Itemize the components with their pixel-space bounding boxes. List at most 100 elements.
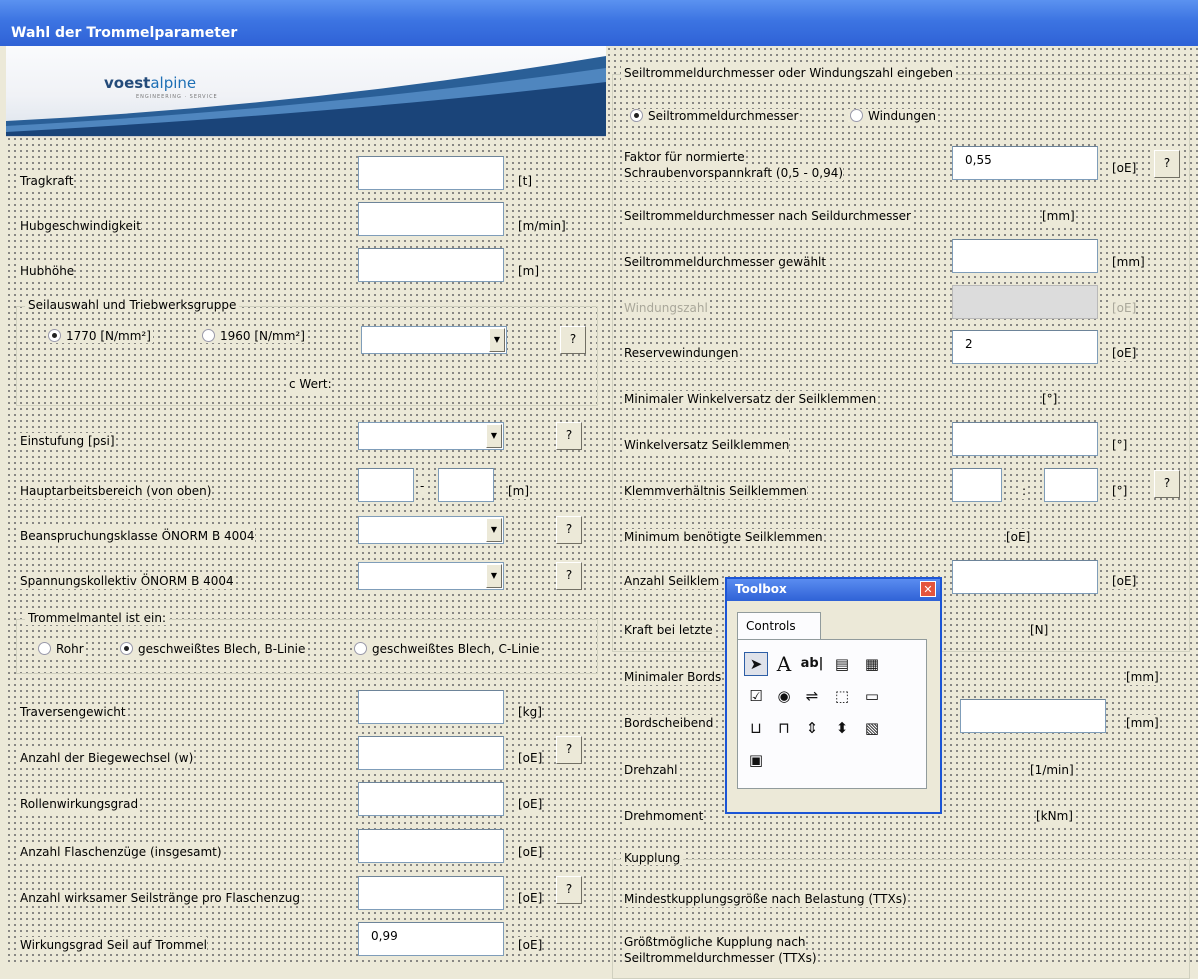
seilauswahl-combobox[interactable]: ▼ [361, 326, 507, 354]
frame-icon[interactable]: ⬚ [830, 684, 854, 708]
textbox-icon[interactable]: ab| [800, 652, 824, 676]
bordscheibe-input[interactable] [960, 699, 1106, 733]
rollenwirkungsgrad-input[interactable] [358, 782, 504, 816]
checkbox-icon[interactable]: ☑ [744, 684, 768, 708]
listbox-icon[interactable]: ▦ [860, 652, 884, 676]
std-gewaehlt-unit: [mm] [1112, 254, 1145, 270]
windungszahl-label: Windungszahl [624, 300, 708, 316]
min-seilklemmen-unit: [oE] [1006, 529, 1031, 545]
wirkungsgrad-label: Wirkungsgrad Seil auf Trommel [20, 937, 208, 953]
seilstraenge-help-button[interactable]: ? [556, 876, 582, 904]
reservewindungen-label: Reservewindungen [624, 345, 739, 361]
radio-1960[interactable]: 1960 [N/mm²] [200, 329, 307, 343]
radio-dot-selected [48, 329, 61, 342]
flaschenzuege-unit: [oE] [518, 844, 543, 860]
hauptarbeitsbereich-to-input[interactable] [438, 468, 494, 502]
optionbutton-icon[interactable]: ◉ [772, 684, 796, 708]
scrollbar-icon[interactable]: ⇕ [800, 716, 824, 740]
hauptarbeitsbereich-from-input[interactable] [358, 468, 414, 502]
wirkungsgrad-input[interactable]: 0,99 [358, 922, 504, 956]
klemmverhaeltnis-b-input[interactable] [1044, 468, 1098, 502]
klemmverhaeltnis-unit: [°] [1112, 483, 1128, 499]
reservewindungen-input[interactable]: 2 [952, 330, 1098, 364]
traversengewicht-input[interactable] [358, 690, 504, 724]
toolbox-title: Toolbox [735, 582, 787, 596]
chevron-down-icon[interactable]: ▼ [489, 328, 505, 352]
togglebutton-icon[interactable]: ⇌ [800, 684, 824, 708]
radio-windungen[interactable]: Windungen [848, 109, 938, 123]
einstufung-help-button[interactable]: ? [556, 422, 582, 450]
controls-panel: ➤ A ab| ▤ ▦ ☑ ◉ ⇌ ⬚ ▭ ⊔ ⊓ ⇕ ⬍ ▧ ▣ [737, 639, 927, 789]
std-nach-seildurchmesser-label: Seiltrommeldurchmesser nach Seildurchmes… [624, 208, 911, 224]
voestalpine-logo-banner: voestalpine ENGINEERING · SERVICE [6, 46, 606, 137]
chevron-down-icon[interactable]: ▼ [486, 564, 502, 588]
toolbox-window[interactable]: Toolbox ✕ Controls ➤ A ab| ▤ ▦ ☑ ◉ ⇌ ⬚ ▭… [725, 577, 942, 814]
anzahl-seilklemmen-input[interactable] [952, 560, 1098, 594]
min-seilklemmen-label: Minimum benötigte Seilklemmen [624, 529, 823, 545]
refedit-icon[interactable]: ▣ [744, 748, 768, 772]
tabstrip-icon[interactable]: ⊔ [744, 716, 768, 740]
image-icon[interactable]: ▧ [860, 716, 884, 740]
hauptarbeitsbereich-separator: - [420, 478, 425, 494]
trommelmantel-caption: Trommelmantel ist ein: [25, 611, 170, 625]
tragkraft-input[interactable] [358, 156, 504, 190]
seilauswahl-caption: Seilauswahl und Triebwerksgruppe [25, 298, 240, 312]
radio-dot [354, 642, 367, 655]
einstufung-combobox[interactable]: ▼ [358, 422, 504, 450]
chevron-down-icon[interactable]: ▼ [486, 518, 502, 542]
flaschenzuege-input[interactable] [358, 829, 504, 863]
biegewechsel-label: Anzahl der Biegewechsel (w) [20, 750, 194, 766]
beanspruchungsklasse-combobox[interactable]: ▼ [358, 516, 504, 544]
seilstraenge-input[interactable] [358, 876, 504, 910]
toolbox-titlebar[interactable]: Toolbox [727, 579, 940, 601]
klemmverhaeltnis-separator: : [1022, 483, 1027, 499]
window-titlebar: Wahl der Trommelparameter [0, 0, 1198, 46]
klemmverhaeltnis-a-input[interactable] [952, 468, 1002, 502]
pointer-icon[interactable]: ➤ [744, 652, 768, 676]
klemmverhaeltnis-help-button[interactable]: ? [1154, 470, 1180, 498]
biegewechsel-unit: [oE] [518, 750, 543, 766]
kraft-letzte-label: Kraft bei letzte [624, 622, 713, 638]
bordscheibe-label: Bordscheibend [624, 715, 714, 731]
spannungskollektiv-label: Spannungskollektiv ÖNORM B 4004 [20, 573, 234, 589]
seilauswahl-help-button[interactable]: ? [560, 326, 586, 354]
biegewechsel-help-button[interactable]: ? [556, 736, 582, 764]
tragkraft-label: Tragkraft [20, 173, 74, 189]
close-icon[interactable]: ✕ [920, 581, 936, 597]
spinbutton-icon[interactable]: ⬍ [830, 716, 854, 740]
radio-seiltrommeldurchmesser[interactable]: Seiltrommeldurchmesser [628, 109, 801, 123]
radio-1770[interactable]: 1770 [N/mm²] [46, 329, 153, 343]
std-gewaehlt-input[interactable] [952, 239, 1098, 273]
combobox-icon[interactable]: ▤ [830, 652, 854, 676]
radio-blech-c-linie[interactable]: geschweißtes Blech, C-Linie [352, 642, 542, 656]
spannungskollektiv-combobox[interactable]: ▼ [358, 562, 504, 590]
radio-dot-selected [630, 109, 643, 122]
drehzahl-unit: [1/min] [1030, 762, 1074, 778]
label-icon[interactable]: A [772, 652, 796, 676]
spannungskollektiv-help-button[interactable]: ? [556, 562, 582, 590]
winkelversatz-input[interactable] [952, 422, 1098, 456]
groesstkupplung-label-line1: Größtmögliche Kupplung nach [624, 934, 806, 950]
durchmesser-frame-caption: Seiltrommeldurchmesser oder Windungszahl… [621, 66, 956, 80]
radio-dot-selected [120, 642, 133, 655]
radio-rohr[interactable]: Rohr [36, 642, 86, 656]
chevron-down-icon[interactable]: ▼ [486, 424, 502, 448]
beanspruchungsklasse-help-button[interactable]: ? [556, 516, 582, 544]
hubgeschwindigkeit-input[interactable] [358, 202, 504, 236]
faktor-help-button[interactable]: ? [1154, 150, 1180, 178]
windungszahl-input [952, 285, 1098, 319]
mindestkupplung-label: Mindestkupplungsgröße nach Belastung (TT… [624, 891, 907, 907]
faktor-input[interactable]: 0,55 [952, 146, 1098, 180]
radio-dot [38, 642, 51, 655]
logo-tagline: ENGINEERING · SERVICE [136, 94, 218, 100]
radio-blech-b-linie[interactable]: geschweißtes Blech, B-Linie [118, 642, 308, 656]
kupplung-caption: Kupplung [621, 851, 684, 865]
commandbutton-icon[interactable]: ▭ [860, 684, 884, 708]
beanspruchungsklasse-label: Beanspruchungsklasse ÖNORM B 4004 [20, 528, 255, 544]
hubhoehe-input[interactable] [358, 248, 504, 282]
logo-swoosh [6, 56, 606, 136]
multipage-icon[interactable]: ⊓ [772, 716, 796, 740]
biegewechsel-input[interactable] [358, 736, 504, 770]
tab-controls[interactable]: Controls [737, 612, 821, 640]
std-nach-seildurchmesser-unit: [mm] [1042, 208, 1075, 224]
